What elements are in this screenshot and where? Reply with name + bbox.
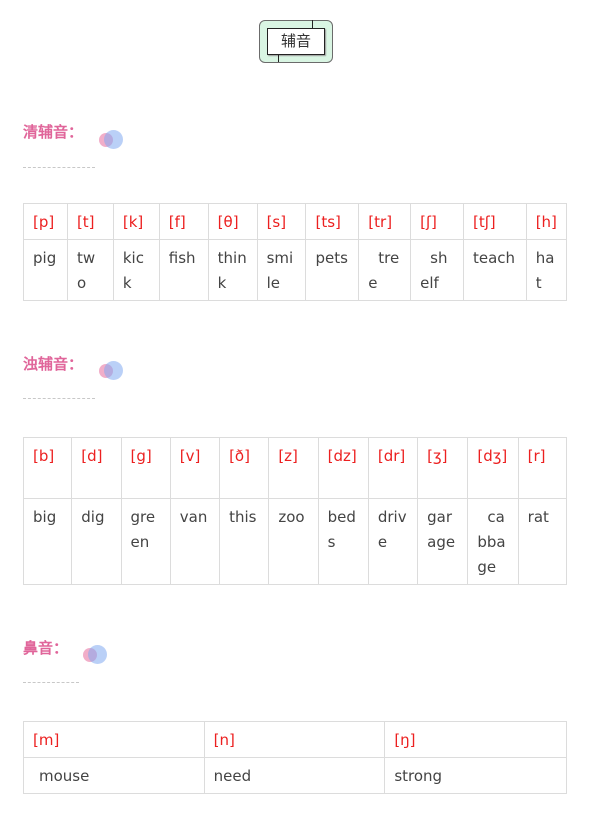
example-word-cell: think (207, 239, 258, 301)
ipa-symbol-cell: [p] (23, 203, 68, 240)
example-word-cell: hat (525, 239, 568, 301)
divider (23, 398, 95, 399)
example-word-cell: teach (462, 239, 527, 301)
example-word-cell: drive (367, 498, 419, 585)
example-word-cell: shelf (410, 239, 464, 301)
example-word-cell: van (169, 498, 221, 585)
title-connector-top (312, 20, 313, 28)
section-heading-nasal: 鼻音： (23, 639, 69, 657)
ipa-symbol-cell: [s] (256, 203, 307, 240)
example-word-cell: kick (112, 239, 160, 301)
decorative-circles-icon (99, 361, 125, 381)
title-connector-bottom (278, 54, 279, 62)
ipa-symbol-cell: [m] (23, 721, 205, 758)
ipa-symbol-cell: [z] (268, 437, 319, 499)
example-word-cell: rat (517, 498, 568, 585)
example-word-cell: two (66, 239, 114, 301)
ipa-symbol-cell: [b] (22, 437, 73, 499)
example-word-cell: this (219, 498, 270, 585)
ipa-symbol-cell: [h] (525, 203, 568, 240)
example-word-cell: green (120, 498, 171, 585)
ipa-symbol-cell: [g] (120, 437, 171, 499)
title-box: 辅音 (259, 20, 333, 63)
decorative-circles-icon (83, 645, 109, 665)
voiced-consonant-table: [b] [d] [g] [v] [ð] [z] [dz] [dr] [ʒ] [dʒ] [r] big… (22, 437, 568, 585)
ipa-symbol-cell: [n] (203, 721, 386, 758)
example-word-cell: need (203, 757, 386, 794)
ipa-symbol-cell: [θ] (207, 203, 258, 240)
ipa-symbol-cell: [r] (517, 437, 568, 499)
ipa-symbol-cell: [ð] (219, 437, 270, 499)
ipa-symbol-cell: [ts] (305, 203, 360, 240)
example-word-cell: pig (23, 239, 68, 301)
ipa-symbol-cell: [dʒ] (467, 437, 519, 499)
example-word-cell: beds (317, 498, 369, 585)
page-title: 辅音 (267, 28, 325, 55)
example-word-cell: big (22, 498, 73, 585)
divider (23, 167, 95, 168)
ipa-symbol-cell: [tʃ] (462, 203, 527, 240)
example-word-cell: fish (158, 239, 209, 301)
example-word-cell: garage (417, 498, 469, 585)
ipa-symbol-cell: [f] (158, 203, 209, 240)
ipa-symbol-cell: [ʃ] (410, 203, 464, 240)
divider (23, 682, 79, 683)
example-word-cell: mouse (23, 757, 205, 794)
section-heading-voiceless: 清辅音： (23, 123, 84, 141)
ipa-symbol-cell: [t] (66, 203, 114, 240)
example-word-cell: tree (358, 239, 412, 301)
section-heading-voiced: 浊辅音： (23, 355, 84, 373)
ipa-symbol-cell: [d] (71, 437, 122, 499)
ipa-symbol-cell: [k] (112, 203, 160, 240)
ipa-symbol-cell: [ŋ] (384, 721, 567, 758)
ipa-symbol-cell: [dz] (317, 437, 369, 499)
ipa-symbol-cell: [ʒ] (417, 437, 469, 499)
nasal-consonant-table: [m] [n] [ŋ] mouse need strong (23, 721, 567, 794)
decorative-circles-icon (99, 130, 125, 150)
ipa-symbol-cell: [v] (169, 437, 221, 499)
example-word-cell: zoo (268, 498, 319, 585)
ipa-symbol-cell: [dr] (367, 437, 419, 499)
example-word-cell: smile (256, 239, 307, 301)
voiceless-consonant-table: [p] [t] [k] [f] [θ] [s] [ts] [tr] [ʃ] [tʃ] [h] pig… (23, 203, 568, 301)
example-word-cell: strong (384, 757, 567, 794)
example-word-cell: dig (71, 498, 122, 585)
example-word-cell: cabbage (467, 498, 519, 585)
ipa-symbol-cell: [tr] (358, 203, 412, 240)
example-word-cell: pets (305, 239, 360, 301)
